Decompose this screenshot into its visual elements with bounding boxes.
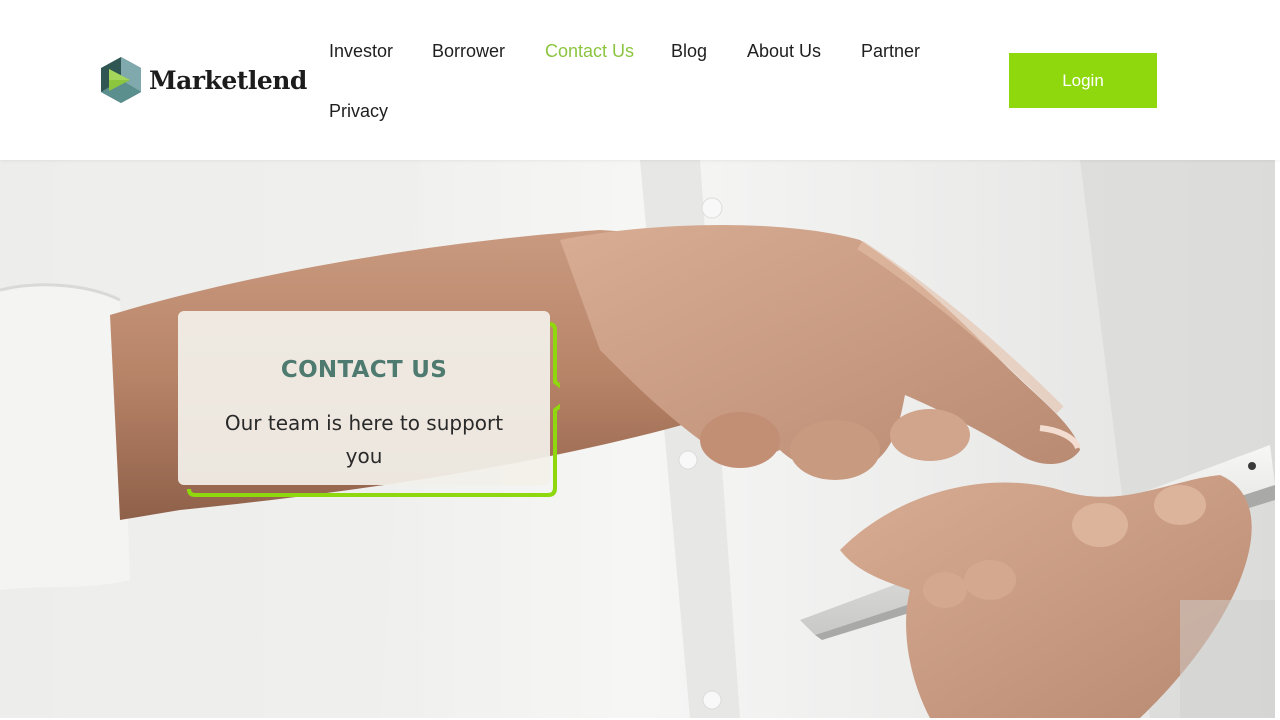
- callout-title: CONTACT US: [280, 357, 448, 383]
- nav-item-privacy[interactable]: Privacy: [329, 100, 388, 122]
- brand-logo[interactable]: Marketlend: [100, 56, 307, 104]
- callout-subtitle: Our team is here to support you: [224, 411, 504, 468]
- site-header: Marketlend Investor Borrower Contact Us …: [0, 0, 1280, 160]
- hero-section: CONTACT US Our team is here to support y…: [0, 160, 1275, 718]
- nav-item-contact-us[interactable]: Contact Us: [545, 40, 634, 62]
- login-button[interactable]: Login: [1009, 53, 1157, 108]
- nav-item-borrower[interactable]: Borrower: [432, 40, 505, 62]
- brand-name: Marketlend: [149, 65, 307, 95]
- nav-item-partner[interactable]: Partner: [861, 40, 920, 62]
- play-triangle-logo-icon: [101, 57, 141, 103]
- nav-item-investor[interactable]: Investor: [329, 40, 393, 62]
- contact-callout-card: CONTACT US Our team is here to support y…: [178, 311, 550, 485]
- nav-item-about-us[interactable]: About Us: [747, 40, 821, 62]
- nav-item-blog[interactable]: Blog: [671, 40, 707, 62]
